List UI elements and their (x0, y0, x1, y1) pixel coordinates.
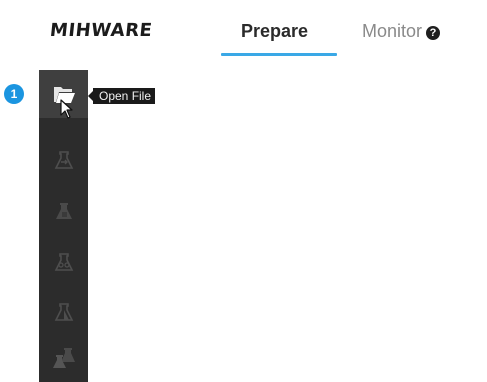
mouse-cursor-icon (60, 99, 73, 119)
tab-prepare-label: Prepare (241, 21, 309, 41)
tool-button-4[interactable] (39, 240, 88, 284)
flask-half-icon (54, 303, 73, 321)
brand-logo: MIHWARE (48, 20, 154, 41)
step-badge: 1 (4, 84, 24, 104)
flask-stack-icon (52, 348, 75, 368)
flask-link-icon (54, 253, 73, 271)
tab-monitor[interactable]: Monitor? (362, 20, 441, 42)
flask-icon (55, 203, 72, 219)
tool-button-3[interactable] (39, 189, 88, 233)
tab-prepare[interactable]: Prepare (241, 20, 308, 42)
help-icon[interactable]: ? (426, 26, 441, 40)
header: MIHWARE Prepare Monitor? (40, 0, 487, 70)
tool-button-2[interactable] (39, 138, 88, 182)
flask-move-icon (54, 151, 73, 169)
active-tab-indicator (221, 53, 337, 56)
tab-monitor-label: Monitor (362, 21, 423, 41)
tooltip: Open File (87, 88, 156, 104)
tool-button-5[interactable] (39, 290, 88, 334)
tool-button-6[interactable] (39, 336, 88, 380)
tooltip-text: Open File (99, 89, 152, 103)
app-window: MIHWARE Prepare Monitor? 1 Open File (0, 0, 487, 382)
